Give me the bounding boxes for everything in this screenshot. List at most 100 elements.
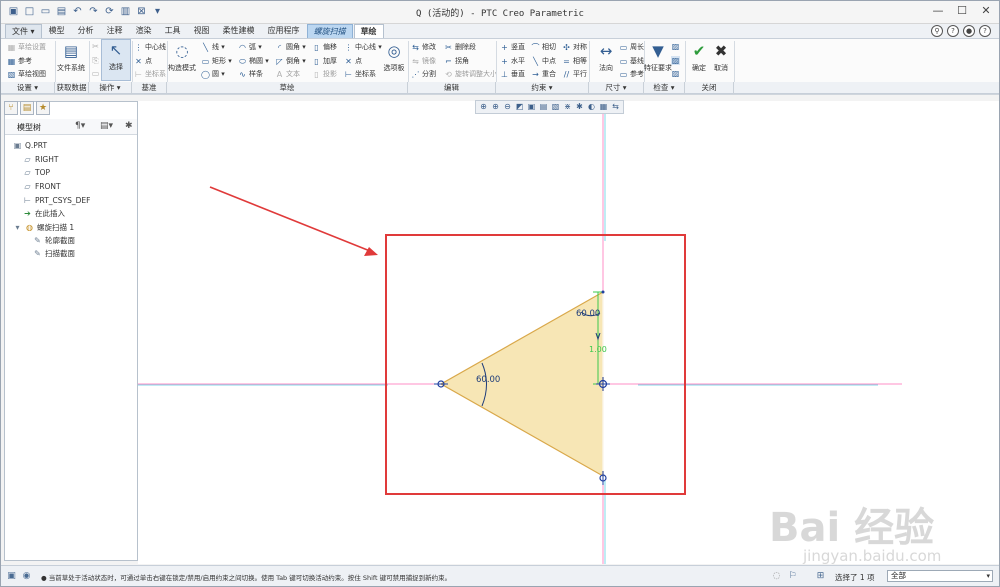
tree-item-top[interactable]: ▱ TOP: [23, 167, 50, 178]
ellipse-button[interactable]: ⬭ 椭圆 ▾: [238, 56, 269, 66]
constraint-display-icon[interactable]: ⇆: [610, 101, 621, 113]
selection-filter[interactable]: 全部 ▾: [887, 570, 993, 582]
parallel-constraint-button[interactable]: //平行: [562, 69, 587, 79]
palette-button[interactable]: ◎ 选项板: [379, 41, 409, 73]
sketch-centerline-button[interactable]: ⋮ 中心线 ▾: [344, 42, 382, 52]
tree-item-right[interactable]: ▱ RIGHT: [23, 154, 58, 165]
file-system-button[interactable]: ▤ 文件系统: [56, 41, 86, 73]
modify-button[interactable]: ⇆ 修改: [411, 42, 436, 52]
offset-button[interactable]: ▯ 偏移: [312, 42, 337, 52]
horizontal-constraint-button[interactable]: + 水平: [500, 56, 525, 66]
feature-requirements-button[interactable]: ▼ 特征要求: [643, 41, 673, 73]
perpendicular-constraint-button[interactable]: ⊥ 垂直: [500, 69, 525, 79]
divide-button[interactable]: ⋰ 分割: [411, 69, 437, 79]
datum-csys-button[interactable]: ⊢ 坐标系: [134, 69, 166, 79]
fillet-button[interactable]: ◜ 圆角 ▾: [275, 42, 306, 52]
tree-item-csys[interactable]: ⊢ PRT_CSYS_DEF: [23, 195, 90, 206]
datum-centerline-button[interactable]: ⋮ 中心线: [134, 42, 167, 52]
sketch-setup-button[interactable]: ▦ 草绘设置: [7, 42, 46, 52]
vertex-top[interactable]: [601, 290, 605, 294]
rectangle-button[interactable]: ▭ 矩形 ▾: [201, 56, 232, 66]
tree-item-insert-here[interactable]: ➔ 在此插入: [23, 208, 65, 219]
group-constrain-label[interactable]: 约束 ▾: [496, 82, 589, 94]
left-angle-dimension[interactable]: 60.00: [476, 375, 500, 385]
paste-icon[interactable]: ▭: [91, 69, 100, 78]
spin-center-icon[interactable]: ✱: [574, 101, 585, 113]
refit-icon[interactable]: ⊕: [478, 101, 489, 113]
tab-render[interactable]: 渲染: [130, 24, 158, 38]
maximize-button[interactable]: ☐: [955, 4, 969, 18]
mirror-button[interactable]: ⇋ 镜像: [411, 56, 436, 66]
folder-browser-tab-icon[interactable]: ▤: [20, 101, 34, 115]
tree-item-sweep-section[interactable]: ✎ 扫描截面: [33, 248, 75, 259]
rotate-resize-button[interactable]: ⟲ 旋转调整大小: [444, 69, 497, 79]
line-button[interactable]: ╲ 线 ▾: [201, 42, 225, 52]
tangent-constraint-button[interactable]: ⌒ 相切: [531, 42, 557, 52]
repaint-icon[interactable]: ◩: [514, 101, 525, 113]
tab-file[interactable]: 文件 ▾: [5, 24, 42, 38]
vertical-constraint-button[interactable]: + 竖直: [500, 42, 525, 52]
tree-item-helical-sweep[interactable]: ▾ ◍ 螺旋扫描 1: [13, 222, 74, 233]
inspect-shade-icon[interactable]: ▨: [671, 69, 680, 78]
tab-applications[interactable]: 应用程序: [262, 24, 306, 38]
thicken-button[interactable]: ▯ 加厚: [312, 56, 337, 66]
tab-analysis[interactable]: 分析: [72, 24, 100, 38]
datum-display-icon[interactable]: ⋇: [562, 101, 573, 113]
symmetric-constraint-button[interactable]: ✣ 对称: [562, 42, 587, 52]
close-button[interactable]: ✕: [979, 4, 993, 18]
tab-annotate[interactable]: 注释: [101, 24, 129, 38]
sketch-view-button[interactable]: ▧ 草绘视图: [7, 69, 46, 79]
arc-button[interactable]: ◠ 弧 ▾: [238, 42, 262, 52]
community-icon[interactable]: ●: [963, 25, 975, 37]
display-style-icon[interactable]: ▣: [526, 101, 537, 113]
help-icon[interactable]: ?: [947, 25, 959, 37]
expand-arrow-icon[interactable]: ▾: [13, 223, 22, 232]
tree-item-part[interactable]: ▣ Q.PRT: [13, 140, 47, 151]
browser-toggle-icon[interactable]: ◉: [21, 571, 32, 582]
sketch-triangle[interactable]: [439, 290, 604, 478]
coincident-constraint-button[interactable]: → 重合: [531, 69, 556, 79]
tree-item-front[interactable]: ▱ FRONT: [23, 181, 60, 192]
corner-button[interactable]: ⌐ 拐角: [444, 56, 469, 66]
spline-button[interactable]: ∿ 样条: [238, 69, 263, 79]
tab-model[interactable]: 模型: [43, 24, 71, 38]
normal-dimension-button[interactable]: ↔ 法向: [591, 41, 621, 73]
cut-icon[interactable]: ✂: [91, 42, 100, 51]
zoom-out-icon[interactable]: ⊖: [502, 101, 513, 113]
side-dimension-text[interactable]: 1.00: [589, 345, 607, 354]
reference-dimension-button[interactable]: ▭ 参考: [619, 69, 644, 79]
group-dimension-label[interactable]: 尺寸 ▾: [589, 82, 644, 94]
group-operations-label[interactable]: 操作 ▾: [89, 82, 132, 94]
sketch-canvas[interactable]: 1.00 60.00 60.00: [138, 101, 999, 564]
tree-item-profile-section[interactable]: ✎ 轮廓截面: [33, 235, 75, 246]
tab-sketch[interactable]: 草绘: [353, 24, 384, 38]
circle-button[interactable]: ◯ 圆 ▾: [201, 69, 225, 79]
annotation-display-icon[interactable]: ◐: [586, 101, 597, 113]
minimize-button[interactable]: —: [931, 4, 945, 18]
tab-view[interactable]: 视图: [188, 24, 216, 38]
select-button[interactable]: ↖ 选择: [101, 39, 131, 81]
baseline-button[interactable]: ▭ 基线: [619, 56, 644, 66]
help-dropdown-icon[interactable]: ?: [979, 25, 991, 37]
inspect-overlap-icon[interactable]: ▨: [671, 42, 680, 51]
navigator-toggle-icon[interactable]: ▣: [6, 571, 17, 582]
flag-icon[interactable]: ⚐: [787, 571, 798, 582]
construction-mode-button[interactable]: ◌ 构造模式: [167, 41, 197, 73]
equal-constraint-button[interactable]: = 相等: [562, 56, 587, 66]
zoom-in-icon[interactable]: ⊕: [490, 101, 501, 113]
model-tree-tab-icon[interactable]: ⑂: [4, 101, 18, 115]
group-inspect-label[interactable]: 检查 ▾: [644, 82, 685, 94]
sketcher-display-icon[interactable]: ▦: [598, 101, 609, 113]
saved-orientations-icon[interactable]: ▤: [538, 101, 549, 113]
sketch-point-button[interactable]: ✕ 点: [344, 56, 362, 66]
graphics-area[interactable]: 1.00 60.00 60.00: [138, 101, 999, 564]
tab-helical-sweep[interactable]: 螺旋扫描: [306, 24, 353, 38]
sketch-view-icon[interactable]: ▧: [550, 101, 561, 113]
tree-filter-icon[interactable]: ▤▾: [100, 121, 113, 131]
datum-point-button[interactable]: ✕ 点: [134, 56, 152, 66]
tab-flexible-modeling[interactable]: 柔性建模: [217, 24, 261, 38]
selection-icon[interactable]: ⊞: [815, 571, 826, 582]
references-button[interactable]: ▦ 参考: [7, 56, 32, 66]
tree-options-icon[interactable]: ✱: [125, 121, 133, 131]
chamfer-button[interactable]: ◸ 倒角 ▾: [275, 56, 305, 66]
